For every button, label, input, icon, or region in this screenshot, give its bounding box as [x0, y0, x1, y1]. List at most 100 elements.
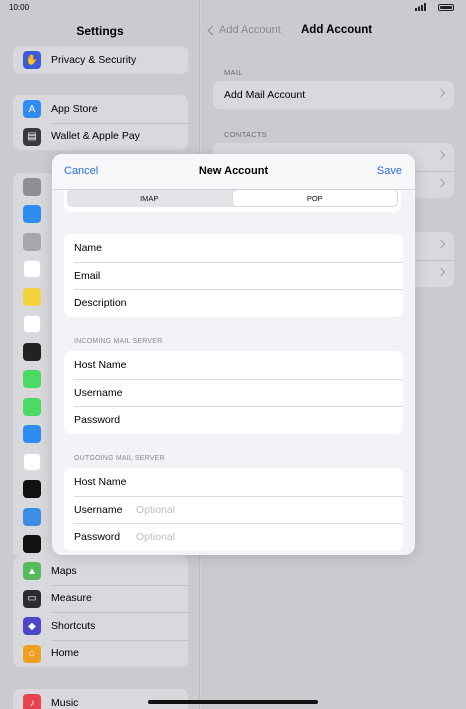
- add-mail-account-row[interactable]: Add Mail Account: [213, 81, 454, 109]
- sidebar-group-media: ♪ Music: [13, 689, 188, 709]
- row-label: Add Mail Account: [224, 88, 306, 101]
- mail-icon: [23, 205, 41, 223]
- sidebar-item-label: Wallet & Apple Pay: [51, 130, 140, 143]
- news-icon: [23, 453, 41, 471]
- sidebar-item-label: Privacy & Security: [51, 53, 137, 66]
- outgoing-password-input[interactable]: [136, 531, 403, 544]
- incoming-host-input[interactable]: [136, 358, 403, 371]
- account-info-group: Name Email Description: [64, 234, 403, 318]
- sidebar-item-label: App Store: [51, 102, 98, 115]
- sidebar-item-app-store[interactable]: A App Store: [13, 95, 188, 123]
- field-label: Host Name: [74, 358, 127, 371]
- back-button[interactable]: Add Account: [207, 24, 281, 36]
- voice-memos-icon: [23, 343, 41, 361]
- maps-icon: ▲: [23, 562, 41, 580]
- field-label: Host Name: [74, 475, 127, 488]
- reminders-icon: [23, 315, 41, 333]
- outgoing-username-input[interactable]: [136, 503, 403, 516]
- contacts-icon: [23, 233, 41, 251]
- back-label: Add Account: [219, 24, 281, 36]
- status-bar: 10:00: [0, 0, 466, 16]
- description-input[interactable]: [132, 297, 403, 310]
- sheet-header: Cancel New Account Save: [52, 154, 415, 190]
- hand-icon: ✋: [23, 51, 41, 69]
- safari-icon: [23, 425, 41, 443]
- name-input[interactable]: [136, 241, 403, 254]
- email-field-row[interactable]: Email: [64, 261, 403, 290]
- sidebar-title: Settings: [76, 24, 124, 38]
- sidebar-item-label: Home: [51, 647, 80, 660]
- segment-imap[interactable]: IMAP: [67, 189, 232, 207]
- sidebar-group-store: A App Store ▤ Wallet & Apple Pay: [13, 95, 188, 150]
- outgoing-password-row[interactable]: Password: [64, 523, 403, 551]
- sidebar-item-label: Shortcuts: [51, 619, 96, 632]
- sidebar-item-label: Measure: [51, 592, 92, 605]
- mail-section-label: MAIL: [224, 68, 243, 77]
- sidebar-item-privacy[interactable]: ✋ Privacy & Security: [13, 46, 188, 74]
- sidebar-item-label: Music: [51, 696, 79, 709]
- sidebar-item-home[interactable]: ⌂ Home: [13, 639, 188, 668]
- field-label: Username: [74, 503, 123, 516]
- home-indicator: [148, 700, 318, 704]
- field-label: Username: [74, 386, 123, 399]
- contacts-section-label: CONTACTS: [224, 130, 268, 139]
- app-store-icon: A: [23, 100, 41, 118]
- sheet-title: New Account: [198, 165, 269, 177]
- incoming-password-input[interactable]: [136, 414, 403, 427]
- email-input[interactable]: [136, 269, 403, 282]
- sidebar-item-music[interactable]: ♪ Music: [13, 689, 188, 709]
- segment-pop[interactable]: POP: [232, 190, 397, 206]
- messages-icon: [23, 370, 41, 388]
- signal-icon: [415, 3, 426, 11]
- chevron-right-icon: [436, 150, 446, 160]
- shortcuts-icon: ◆: [23, 617, 41, 635]
- incoming-host-row[interactable]: Host Name: [64, 351, 403, 379]
- field-label: Name: [74, 241, 103, 254]
- mail-group: Add Mail Account: [213, 81, 454, 109]
- field-label: Password: [74, 414, 121, 427]
- incoming-password-row[interactable]: Password: [64, 406, 403, 434]
- translate-icon: [23, 535, 41, 553]
- field-label: Password: [74, 531, 121, 544]
- chevron-left-icon: [207, 25, 218, 35]
- sidebar-group-utilities: ▲ Maps ▭ Measure ◆ Shortcuts ⌂ Home: [13, 557, 188, 667]
- sidebar-item-wallet[interactable]: ▤ Wallet & Apple Pay: [13, 122, 188, 151]
- chevron-right-icon: [436, 267, 446, 276]
- music-icon: ♪: [23, 694, 41, 709]
- measure-icon: ▭: [23, 589, 41, 608]
- sidebar-item-measure[interactable]: ▭ Measure: [13, 584, 188, 613]
- field-label: Description: [74, 297, 127, 310]
- field-label: Email: [74, 269, 101, 282]
- description-field-row[interactable]: Description: [64, 289, 403, 317]
- battery-icon: [438, 4, 454, 11]
- sidebar-group-privacy: ✋ Privacy & Security: [13, 46, 188, 74]
- save-button[interactable]: Save: [377, 165, 402, 177]
- outgoing-server-group: Host Name Username Password: [64, 468, 403, 552]
- new-account-sheet: Cancel New Account Save IMAP POP Name Em…: [52, 154, 415, 555]
- sidebar-item-maps[interactable]: ▲ Maps: [13, 557, 188, 585]
- outgoing-section-label: OUTGOING MAIL SERVER: [74, 455, 165, 462]
- outgoing-host-row[interactable]: Host Name: [64, 468, 403, 496]
- calendar-icon: [23, 260, 41, 278]
- chevron-right-icon: [436, 88, 446, 98]
- facetime-icon: [23, 398, 41, 416]
- incoming-username-row[interactable]: Username: [64, 378, 403, 407]
- incoming-username-input[interactable]: [136, 386, 403, 399]
- key-icon: [23, 178, 41, 196]
- name-field-row[interactable]: Name: [64, 234, 403, 262]
- protocol-segmented-control: IMAP POP: [67, 189, 398, 207]
- incoming-server-group: Host Name Username Password: [64, 351, 403, 435]
- chevron-right-icon: [436, 239, 446, 249]
- sidebar-item-label: Maps: [51, 564, 77, 577]
- incoming-section-label: INCOMING MAIL SERVER: [74, 338, 163, 345]
- page-title: Add Account: [301, 24, 373, 36]
- home-icon: ⌂: [23, 644, 41, 663]
- wallet-icon: ▤: [23, 127, 41, 146]
- notes-icon: [23, 288, 41, 306]
- outgoing-host-input[interactable]: [136, 475, 403, 488]
- chevron-right-icon: [436, 178, 446, 187]
- status-time: 10:00: [9, 3, 30, 12]
- sidebar-item-shortcuts[interactable]: ◆ Shortcuts: [13, 612, 188, 640]
- weather-icon: [23, 508, 41, 526]
- outgoing-username-row[interactable]: Username: [64, 495, 403, 524]
